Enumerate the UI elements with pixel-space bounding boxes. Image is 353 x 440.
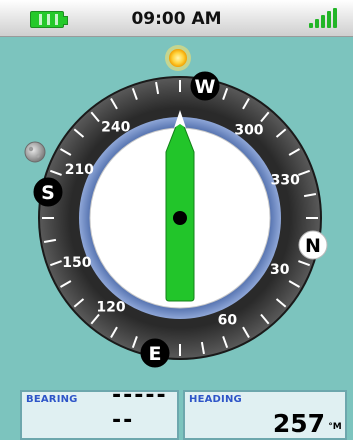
dial-number-210: 210 <box>65 162 94 178</box>
dial-number-30: 30 <box>270 262 290 278</box>
heading-panel[interactable]: HEADING 257 °M <box>183 390 347 440</box>
signal-strength-icon <box>309 8 339 28</box>
status-bar: 09:00 AM <box>0 0 353 37</box>
dial-number-120: 120 <box>96 299 125 315</box>
bearing-panel[interactable]: BEARING ------- <box>20 383 179 440</box>
bearing-label: BEARING <box>26 394 78 405</box>
dial-number-330: 330 <box>271 173 300 189</box>
cardinal-e: E <box>140 338 170 368</box>
dial-number-60: 60 <box>218 313 238 329</box>
cardinal-w: W <box>190 71 220 101</box>
svg-text:S: S <box>41 182 55 204</box>
svg-text:E: E <box>149 343 162 365</box>
sun-icon <box>165 45 191 71</box>
svg-text:N: N <box>305 235 321 257</box>
bearing-value: ------- <box>112 383 168 433</box>
svg-text:W: W <box>195 76 216 98</box>
cardinal-n: N <box>298 230 328 260</box>
moon-icon <box>24 141 46 163</box>
cardinal-s: S <box>33 177 63 207</box>
heading-label: HEADING <box>189 394 242 405</box>
clock-time: 09:00 AM <box>131 9 222 29</box>
dial-number-150: 150 <box>62 255 91 271</box>
compass-view[interactable]: 240 300 330 30 60 120 150 210 W N E S <box>0 36 353 390</box>
dial-number-300: 300 <box>234 123 263 139</box>
heading-value: 257 <box>272 409 325 438</box>
dial-number-240: 240 <box>101 119 130 135</box>
compass-center-pivot <box>173 211 187 225</box>
heading-unit: °M <box>328 422 342 432</box>
compass-needle <box>165 114 195 302</box>
